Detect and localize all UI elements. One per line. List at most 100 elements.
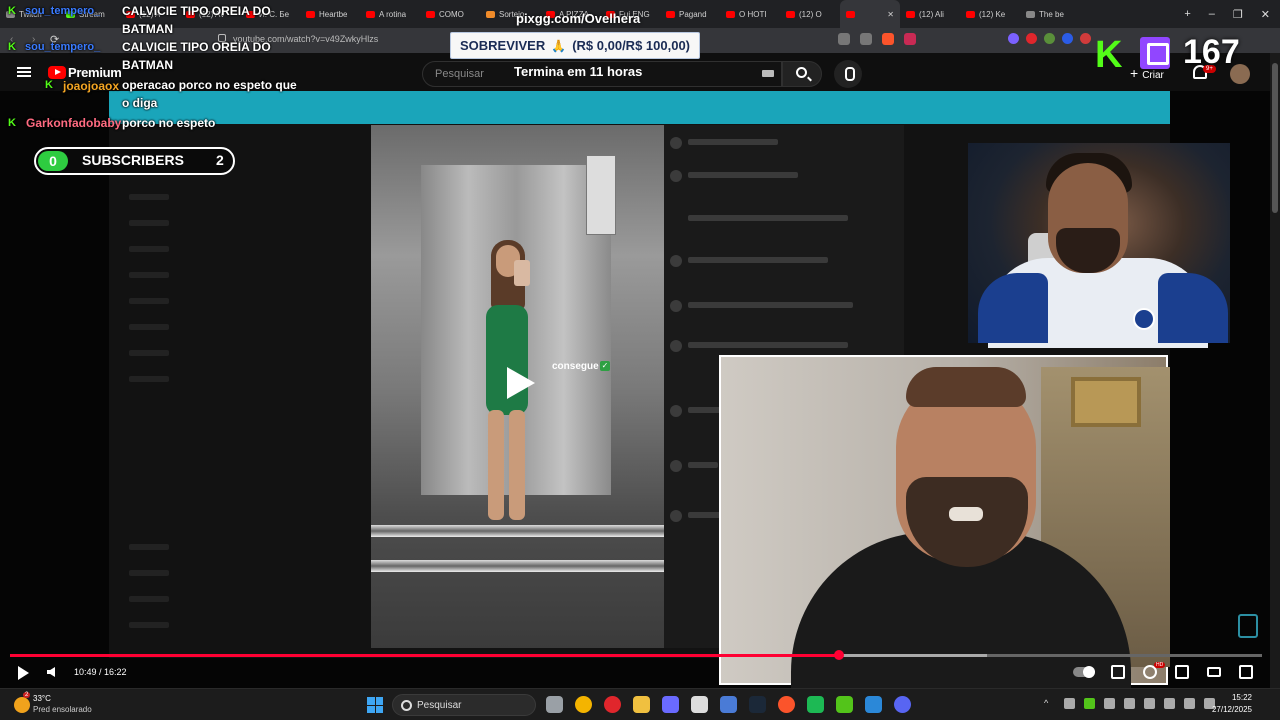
extension-icon[interactable] bbox=[1080, 33, 1091, 44]
taskbar-clock[interactable]: 15:22 bbox=[1208, 693, 1252, 702]
tab-favicon-icon bbox=[966, 10, 975, 18]
autoplay-toggle[interactable] bbox=[1073, 666, 1095, 678]
browser-tab[interactable]: (12) Ke bbox=[960, 0, 1020, 28]
subtitles-icon[interactable] bbox=[1111, 665, 1125, 679]
subscribers-goal: 2 bbox=[216, 152, 224, 168]
chat-text: CALVICIE TIPO OREIA DO BATMAN bbox=[122, 40, 271, 72]
taskbar-search-input[interactable]: Pesquisar bbox=[392, 694, 536, 716]
chat-text: CALVICIE TIPO OREIA DO BATMAN bbox=[122, 4, 271, 36]
page-scrollbar[interactable] bbox=[1270, 53, 1280, 688]
minimize-button[interactable]: – bbox=[1209, 8, 1215, 21]
browser-tab[interactable]: O HOTI bbox=[720, 0, 780, 28]
github-icon[interactable] bbox=[691, 696, 708, 713]
handrail bbox=[371, 560, 664, 572]
weather-temperature[interactable]: 33°C bbox=[33, 694, 51, 703]
search-button[interactable] bbox=[782, 61, 822, 87]
cast-icon[interactable] bbox=[838, 33, 850, 45]
theater-mode-icon[interactable] bbox=[1207, 667, 1221, 677]
kick-logo-icon: K bbox=[1095, 34, 1123, 76]
network-icon[interactable] bbox=[1164, 698, 1175, 709]
browser-tab[interactable]: Heartbe bbox=[300, 0, 360, 28]
steam-icon[interactable] bbox=[749, 696, 766, 713]
channel-watermark-icon[interactable] bbox=[1238, 614, 1258, 638]
extension-icon[interactable] bbox=[1062, 33, 1073, 44]
streamer-webcam bbox=[968, 143, 1230, 348]
file-explorer-icon[interactable] bbox=[546, 696, 563, 713]
tab-favicon-icon bbox=[1026, 10, 1035, 18]
tab-favicon-icon bbox=[666, 10, 675, 18]
chat-text: porco no espeto bbox=[122, 116, 216, 130]
tab-favicon-icon bbox=[786, 10, 795, 18]
discord-icon[interactable] bbox=[894, 696, 911, 713]
tray-app-icon[interactable] bbox=[1084, 698, 1095, 709]
streamer-icon[interactable] bbox=[720, 696, 737, 713]
tab-label: COMO bbox=[439, 9, 464, 19]
phone-icon bbox=[514, 260, 530, 286]
browser-tab[interactable]: (12) Ali bbox=[900, 0, 960, 28]
opera-icon[interactable] bbox=[604, 696, 621, 713]
scrollbar-thumb[interactable] bbox=[1272, 63, 1278, 213]
weather-sun-icon[interactable] bbox=[14, 697, 30, 713]
spotify-icon[interactable] bbox=[807, 696, 824, 713]
azure-icon[interactable] bbox=[865, 696, 882, 713]
subscribers-current: 0 bbox=[38, 151, 68, 171]
brave-rewards-icon[interactable] bbox=[904, 33, 916, 45]
subscribers-label: SUBSCRIBERS bbox=[82, 152, 184, 168]
tab-label: (12) Ke bbox=[979, 9, 1006, 19]
browser-tab[interactable]: A rotina bbox=[360, 0, 420, 28]
browser-tab[interactable]: ✕ bbox=[840, 0, 900, 28]
tray-app-icon[interactable] bbox=[1124, 698, 1135, 709]
extension-icons bbox=[1008, 33, 1091, 44]
elevator-notice bbox=[586, 155, 616, 235]
check-emoji-icon: ✓ bbox=[600, 361, 610, 371]
tab-label: (12) Ali bbox=[919, 9, 944, 19]
weather-description[interactable]: Pred ensolarado bbox=[33, 705, 92, 714]
address-action-icons bbox=[838, 33, 916, 45]
windows-start-icon[interactable] bbox=[367, 697, 383, 713]
tab-favicon-icon bbox=[486, 10, 495, 18]
twitch-logo-icon bbox=[1140, 37, 1170, 69]
browser-tab[interactable]: COMO bbox=[420, 0, 480, 28]
taskbar-date[interactable]: 27/12/2025 bbox=[1208, 705, 1252, 714]
brave-shield-icon[interactable] bbox=[882, 33, 894, 45]
reaction-video-pip bbox=[719, 355, 1170, 692]
browser-tab[interactable]: (12) O bbox=[780, 0, 840, 28]
volume-icon[interactable] bbox=[47, 667, 55, 677]
miniplayer-icon[interactable] bbox=[1175, 665, 1189, 679]
brave-icon[interactable] bbox=[778, 696, 795, 713]
play-overlay-icon[interactable] bbox=[503, 367, 537, 401]
share-icon[interactable] bbox=[860, 33, 872, 45]
speaker-icon[interactable] bbox=[1184, 698, 1195, 709]
extension-icon[interactable] bbox=[1026, 33, 1037, 44]
faded-sidebar bbox=[109, 194, 259, 644]
handrail bbox=[371, 525, 664, 537]
app-grid-icon[interactable] bbox=[662, 696, 679, 713]
mic-tray-icon[interactable] bbox=[1144, 698, 1155, 709]
tab-favicon-icon bbox=[846, 10, 855, 18]
close-window-button[interactable]: ✕ bbox=[1261, 8, 1270, 21]
tab-favicon-icon bbox=[306, 10, 315, 18]
chat-username: joaojoaox bbox=[63, 79, 120, 93]
tray-app-icon[interactable] bbox=[1064, 698, 1075, 709]
browser-tab[interactable]: The be bbox=[1020, 0, 1080, 28]
tray-app-icon[interactable] bbox=[1104, 698, 1115, 709]
keyboard-icon[interactable] bbox=[762, 70, 774, 77]
voice-search-icon[interactable] bbox=[834, 60, 862, 88]
terminal-icon[interactable] bbox=[836, 696, 853, 713]
tab-label: Pagand bbox=[679, 9, 707, 19]
fullscreen-icon[interactable] bbox=[1239, 665, 1253, 679]
folder-icon[interactable] bbox=[633, 696, 650, 713]
tab-label: (12) O bbox=[799, 9, 822, 19]
extension-icon[interactable] bbox=[1008, 33, 1019, 44]
extension-icon[interactable] bbox=[1044, 33, 1055, 44]
tab-label: Heartbe bbox=[319, 9, 348, 19]
play-icon[interactable] bbox=[18, 666, 29, 680]
progress-buffer bbox=[838, 654, 987, 657]
close-tab-icon[interactable]: ✕ bbox=[887, 10, 894, 19]
new-tab-button[interactable]: + bbox=[1184, 8, 1190, 21]
viewer-count: 167 bbox=[1183, 33, 1240, 71]
maximize-button[interactable]: ❐ bbox=[1233, 8, 1243, 21]
chrome-icon[interactable] bbox=[575, 696, 592, 713]
browser-tab[interactable]: Pagand bbox=[660, 0, 720, 28]
tray-expand-icon[interactable]: ^ bbox=[1044, 698, 1055, 709]
